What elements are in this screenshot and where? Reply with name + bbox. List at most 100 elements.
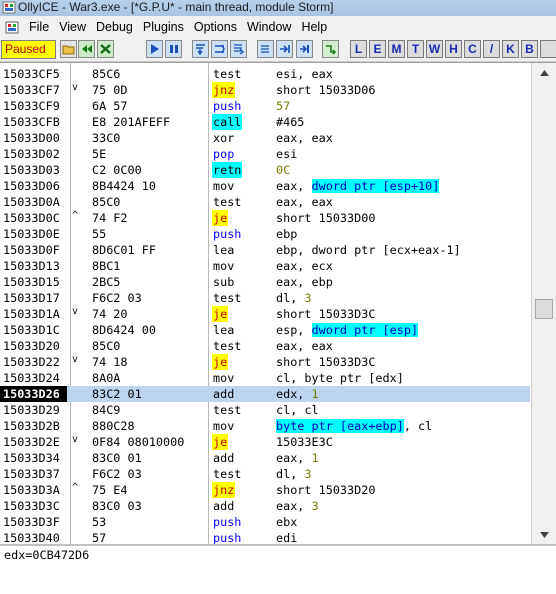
goto-button[interactable] <box>296 40 313 58</box>
operand-text: ebp, dword ptr [ecx+eax-1] <box>276 243 461 257</box>
threads-window-button[interactable]: T <box>407 40 424 58</box>
scroll-down-button[interactable] <box>536 527 552 543</box>
menu-help[interactable]: Help <box>299 16 335 38</box>
disassembly-row[interactable]: 15033D0C ^ 74 F2 je short 15033D00 <box>0 210 530 226</box>
vertical-scrollbar[interactable] <box>531 63 556 544</box>
disassembly-row[interactable]: 15033D02 5E pop esi <box>0 146 530 162</box>
patches-window-button[interactable]: / <box>483 40 500 58</box>
row-mnemonic: mov <box>213 179 235 193</box>
disassembly-row[interactable]: 15033D40 57 push edi <box>0 530 530 544</box>
disassembly-row[interactable]: 15033D3C 83C0 03 add eax, 3 <box>0 498 530 514</box>
jump-down-marker: v <box>72 306 79 317</box>
windows-window-button[interactable]: W <box>426 40 443 58</box>
log-window-button[interactable]: L <box>350 40 367 58</box>
toolbar: Paused L E M T W H C / K B <box>0 38 556 62</box>
scroll-thumb[interactable] <box>535 299 553 319</box>
disassembly-row[interactable]: 15033D2B 880C28 mov byte ptr [eax+ebp], cl <box>0 418 530 434</box>
row-operands: dl, 3 <box>276 290 312 306</box>
system-menu-icon[interactable] <box>5 21 19 34</box>
disassembly-row[interactable]: 15033D26 83C2 01 add edx, 1 <box>0 386 530 402</box>
disassembly-row[interactable]: 15033D34 83C0 01 add eax, 1 <box>0 450 530 466</box>
disassembly-row[interactable]: 15033D00 33C0 xor eax, eax <box>0 130 530 146</box>
call-stack-window-button[interactable]: K <box>502 40 519 58</box>
immediate-operand: 0C <box>276 163 291 177</box>
execute-till-return-icon <box>280 45 290 53</box>
row-hex-dump: 74 18 <box>92 355 128 369</box>
menu-debug[interactable]: Debug <box>94 16 141 38</box>
operand-text: ebp <box>276 227 298 241</box>
memory-window-button[interactable]: M <box>388 40 405 58</box>
row-address: 15033D2E <box>3 435 60 449</box>
row-hex-dump: F6C2 03 <box>92 291 142 305</box>
disassembly-pane[interactable]: 15033CF5 85C6 test esi, eax 15033CF7 v 75 0D jn… <box>0 62 556 544</box>
disassembly-row[interactable]: 15033D1C 8D6424 00 lea esp, dword ptr [esp] <box>0 322 530 338</box>
trace-into-button[interactable] <box>230 40 247 58</box>
title-bar[interactable]: OllyICE - War3.exe - [*G.P.U* - main thr… <box>0 0 556 16</box>
row-operands: 0C <box>276 162 290 178</box>
disassembly-row[interactable]: 15033D0A 85C0 test eax, eax <box>0 194 530 210</box>
jump-up-marker: ^ <box>72 210 79 221</box>
disassembly-row[interactable]: 15033D0E 55 push ebp <box>0 226 530 242</box>
disassembly-row[interactable]: 15033D20 85C0 test eax, eax <box>0 338 530 354</box>
disassembly-row[interactable]: 15033D06 8B4424 10 mov eax, dword ptr [esp+… <box>0 178 530 194</box>
disassembly-row[interactable]: 15033D3F 53 push ebx <box>0 514 530 530</box>
close-icon <box>100 44 111 54</box>
expression-button[interactable] <box>322 40 339 58</box>
more-windows-button[interactable] <box>540 40 556 58</box>
row-hex-dump: 57 <box>92 531 107 544</box>
immediate-operand: 1 <box>311 451 319 465</box>
disassembly-row[interactable]: 15033D37 F6C2 03 test dl, 3 <box>0 466 530 482</box>
step-over-button[interactable] <box>211 40 228 58</box>
row-operands: eax, dword ptr [esp+10] <box>276 178 440 194</box>
disassembly-row[interactable]: 15033CF7 v 75 0D jnz short 15033D06 <box>0 82 530 98</box>
disassembly-row[interactable]: 15033D29 84C9 test cl, cl <box>0 402 530 418</box>
disassembly-row[interactable]: 15033D17 F6C2 03 test dl, 3 <box>0 290 530 306</box>
operand-text: edx, <box>276 387 312 401</box>
menu-plugins[interactable]: Plugins <box>141 16 192 38</box>
row-mnemonic: call <box>212 114 243 130</box>
operand-text: short 15033D20 <box>276 483 376 497</box>
row-address: 15033D37 <box>3 467 60 481</box>
operand-text: ebx <box>276 515 298 529</box>
menu-file[interactable]: File <box>27 16 57 38</box>
disassembly-row[interactable]: 15033D15 2BC5 sub eax, ebp <box>0 274 530 290</box>
scroll-up-button[interactable] <box>536 65 552 81</box>
disassembly-row[interactable]: 15033D24 8A0A mov cl, byte ptr [edx] <box>0 370 530 386</box>
row-hex-dump: 8D6424 00 <box>92 323 156 337</box>
restart-button[interactable] <box>78 40 95 58</box>
operand-text: short 15033D3C <box>276 355 376 369</box>
disassembly-row[interactable]: 15033D03 C2 0C00 retn 0C <box>0 162 530 178</box>
menu-window[interactable]: Window <box>245 16 299 38</box>
trace-over-button[interactable] <box>257 40 274 58</box>
breakpoints-window-button[interactable]: B <box>521 40 538 58</box>
open-button[interactable] <box>60 40 77 58</box>
menu-options[interactable]: Options <box>192 16 245 38</box>
row-mnemonic: jnz <box>212 82 236 98</box>
handles-window-button[interactable]: H <box>445 40 462 58</box>
disassembly-row[interactable]: 15033D3A ^ 75 E4 jnz short 15033D20 <box>0 482 530 498</box>
execute-till-return-button[interactable] <box>276 40 293 58</box>
disassembly-row[interactable]: 15033D13 8BC1 mov eax, ecx <box>0 258 530 274</box>
modules-window-button[interactable]: E <box>369 40 386 58</box>
disassembly-row[interactable]: 15033CFB E8 201AFEFF call #465 <box>0 114 530 130</box>
pause-button[interactable] <box>165 40 182 58</box>
row-mnemonic: push <box>213 531 242 544</box>
disassembly-row[interactable]: 15033D1A v 74 20 je short 15033D3C <box>0 306 530 322</box>
disassembly-row[interactable]: 15033CF9 6A 57 push 57 <box>0 98 530 114</box>
row-hex-dump: 85C6 <box>92 67 121 81</box>
menu-view[interactable]: View <box>57 16 94 38</box>
close-button[interactable] <box>97 40 114 58</box>
disassembly-row[interactable]: 15033D0F 8D6C01 FF lea ebp, dword ptr [ecx+… <box>0 242 530 258</box>
row-hex-dump: 2BC5 <box>92 275 121 289</box>
operand-text: eax, <box>276 499 312 513</box>
run-button[interactable] <box>146 40 163 58</box>
cpu-window-button[interactable]: C <box>464 40 481 58</box>
disassembly-row[interactable]: 15033CF5 85C6 test esi, eax <box>0 66 530 82</box>
disassembly-row[interactable]: 15033D22 v 74 18 je short 15033D3C <box>0 354 530 370</box>
step-into-button[interactable] <box>192 40 209 58</box>
operand-text: eax, eax <box>276 339 333 353</box>
info-pane[interactable]: edx=0CB472D6 <box>0 544 556 594</box>
disassembly-row[interactable]: 15033D2E v 0F84 08010000 je 15033E3C <box>0 434 530 450</box>
row-operands: short 15033D06 <box>276 82 375 98</box>
row-operands: byte ptr [eax+ebp], cl <box>276 418 432 434</box>
